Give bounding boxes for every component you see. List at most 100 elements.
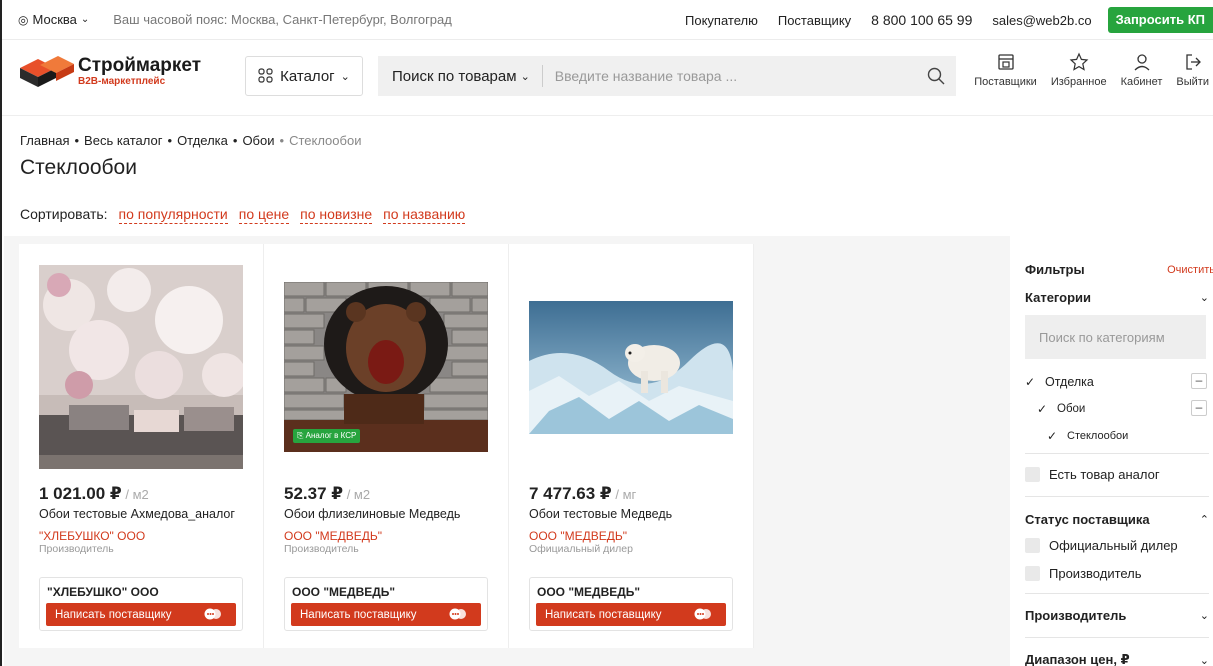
product-image[interactable]: ⎘ Аналог в КСР [284,282,488,452]
sort-label: Сортировать: [20,206,108,222]
seller-link[interactable]: ООО "МЕДВЕДЬ" [284,529,382,543]
supplier-box: ООО "МЕДВЕДЬ" Написать поставщику [529,577,733,631]
manufacturer-type-checkbox[interactable]: Производитель [1025,559,1213,587]
email-link[interactable]: sales@web2b.co [992,13,1091,28]
breadcrumb-current: Стеклообои [289,133,362,148]
search-scope-label: Поиск по товарам [392,67,517,85]
product-image[interactable] [39,265,243,469]
collapse-icon[interactable]: – [1191,400,1207,416]
categories-section-toggle[interactable]: Категории ⌄ [1025,290,1213,305]
timezone-text: Ваш часовой пояс: Москва, Санкт-Петербур… [113,12,452,27]
seller-link[interactable]: ООО "МЕДВЕДЬ" [529,529,627,543]
location-pin-icon: ◎ [18,12,29,27]
collapse-icon[interactable]: – [1191,373,1207,389]
breadcrumb-catalog[interactable]: Весь каталог [84,133,162,148]
chevron-down-icon: ⌄ [340,70,350,83]
price-unit: / мг [611,487,637,502]
sort-popularity[interactable]: по популярности [118,206,228,224]
check-icon: ✓ [1037,401,1048,416]
catalog-button[interactable]: Каталог ⌄ [245,56,363,96]
official-dealer-checkbox[interactable]: Официальный дилер [1025,531,1213,559]
filters-panel: Фильтры Очистить Категории ⌄ ✓ Отделка –… [1011,244,1213,666]
contact-supplier-button[interactable]: Написать поставщику [46,603,236,626]
logo-title: Строймаркет [78,55,202,76]
logout-label: Выйти [1176,76,1209,88]
breadcrumb-wallpaper[interactable]: Обои [242,133,274,148]
request-quote-button[interactable]: Запросить КП [1107,7,1213,33]
tree-item-label: Обои [1057,402,1086,415]
tree-item-label: Отделка [1045,374,1094,389]
chat-icon [694,608,711,620]
categories-title: Категории [1025,290,1092,305]
cabinet-link[interactable]: Кабинет [1120,52,1163,88]
grid-icon [258,68,273,83]
check-icon: ✓ [1025,374,1036,389]
product-title[interactable]: Обои флизелиновые Медведь [284,507,460,521]
analog-filter-checkbox[interactable]: Есть товар аналог [1025,460,1213,488]
product-card[interactable]: 1 021.00 ₽ / м2 Обои тестовые Ахмедова_а… [19,244,264,648]
logo[interactable]: Строймаркет B2B-маркетплейс [18,54,201,90]
product-title[interactable]: Обои тестовые Медведь [529,507,672,521]
product-image[interactable] [529,301,733,434]
contact-supplier-button[interactable]: Написать поставщику [291,603,481,626]
analog-badge: ⎘ Аналог в КСР [293,429,361,443]
sort-name[interactable]: по названию [383,206,466,224]
chevron-down-icon: ⌄ [1199,292,1209,304]
manufacturer-type-label: Производитель [1049,565,1142,581]
category-tree: ✓ Отделка – ✓ Обои – ✓ Стеклообои [1025,368,1213,449]
phone-link[interactable]: 8 800 100 65 99 [871,12,972,28]
category-search-input[interactable] [1025,315,1206,359]
clear-filters-button[interactable]: Очистить [1167,264,1213,276]
contact-supplier-button[interactable]: Написать поставщику [536,603,726,626]
supplier-link[interactable]: Поставщику [778,13,851,28]
price-value: 7 477.63 ₽ [529,484,612,503]
header: Строймаркет B2B-маркетплейс Каталог ⌄ По… [2,40,1213,116]
top-bar: ◎ Москва ⌄ Ваш часовой пояс: Москва, Сан… [2,0,1213,40]
suppliers-link[interactable]: Поставщики [974,52,1037,88]
buyer-link[interactable]: Покупателю [685,13,758,28]
peony-flowers-image [39,265,243,469]
contact-supplier-label: Написать поставщику [300,608,417,621]
sort-price[interactable]: по цене [238,206,290,224]
chevron-up-icon: ⌃ [1199,514,1209,526]
city-label: Москва [32,12,77,27]
logo-cube-icon [20,56,74,87]
store-icon [997,54,1014,70]
price-range-section-toggle[interactable]: Диапазон цен, ₽ ⌄ [1025,652,1213,666]
seller-type: Производитель [39,543,114,555]
analog-filter-label: Есть товар аналог [1049,466,1160,482]
product-card[interactable]: ⎘ Аналог в КСР 52.37 ₽ / м2 Обои флизели… [264,244,509,648]
favorites-label: Избранное [1050,76,1107,88]
breadcrumb-finishing[interactable]: Отделка [177,133,228,148]
supplier-name: ООО "МЕДВЕДЬ" [537,585,641,599]
search-input[interactable] [542,56,916,96]
search-button[interactable] [916,56,956,96]
logout-link[interactable]: Выйти [1176,52,1209,88]
breadcrumb-home[interactable]: Главная [20,133,69,148]
seller-type: Официальный дилер [529,543,633,555]
product-title[interactable]: Обои тестовые Ахмедова_аналог [39,507,235,521]
favorites-link[interactable]: Избранное [1051,52,1107,88]
chat-icon [449,608,466,620]
manufacturer-title: Производитель [1025,608,1127,623]
price-value: 52.37 ₽ [284,484,344,503]
logo-subtitle: B2B-маркетплейс [78,76,166,87]
product-grid: 1 021.00 ₽ / м2 Обои тестовые Ахмедова_а… [19,244,754,648]
product-card[interactable]: 7 477.63 ₽ / мг Обои тестовые Медведь ОО… [509,244,754,648]
sort-newest[interactable]: по новизне [300,206,373,224]
supplier-name: ООО "МЕДВЕДЬ" [292,585,396,599]
city-selector[interactable]: ◎ Москва ⌄ [18,12,89,27]
product-price: 1 021.00 ₽ / м2 [39,484,149,504]
filters-title: Фильтры [1025,262,1085,277]
seller-link[interactable]: "ХЛЕБУШКО" ООО [39,529,145,543]
search-scope-dropdown[interactable]: Поиск по товарам ⌄ [378,65,543,87]
tree-item-finishing[interactable]: ✓ Отделка – [1025,368,1209,395]
seller-type: Производитель [284,543,359,555]
page-title: Стеклообои [20,156,137,179]
tree-item-wallpaper[interactable]: ✓ Обои – [1025,395,1209,422]
supplier-status-section-toggle[interactable]: Статус поставщика ⌃ [1025,512,1213,527]
manufacturer-section-toggle[interactable]: Производитель ⌄ [1025,608,1213,623]
supplier-status-title: Статус поставщика [1025,512,1150,527]
cabinet-label: Кабинет [1120,76,1163,88]
tree-item-glass-wallpaper[interactable]: ✓ Стеклообои [1025,422,1209,449]
